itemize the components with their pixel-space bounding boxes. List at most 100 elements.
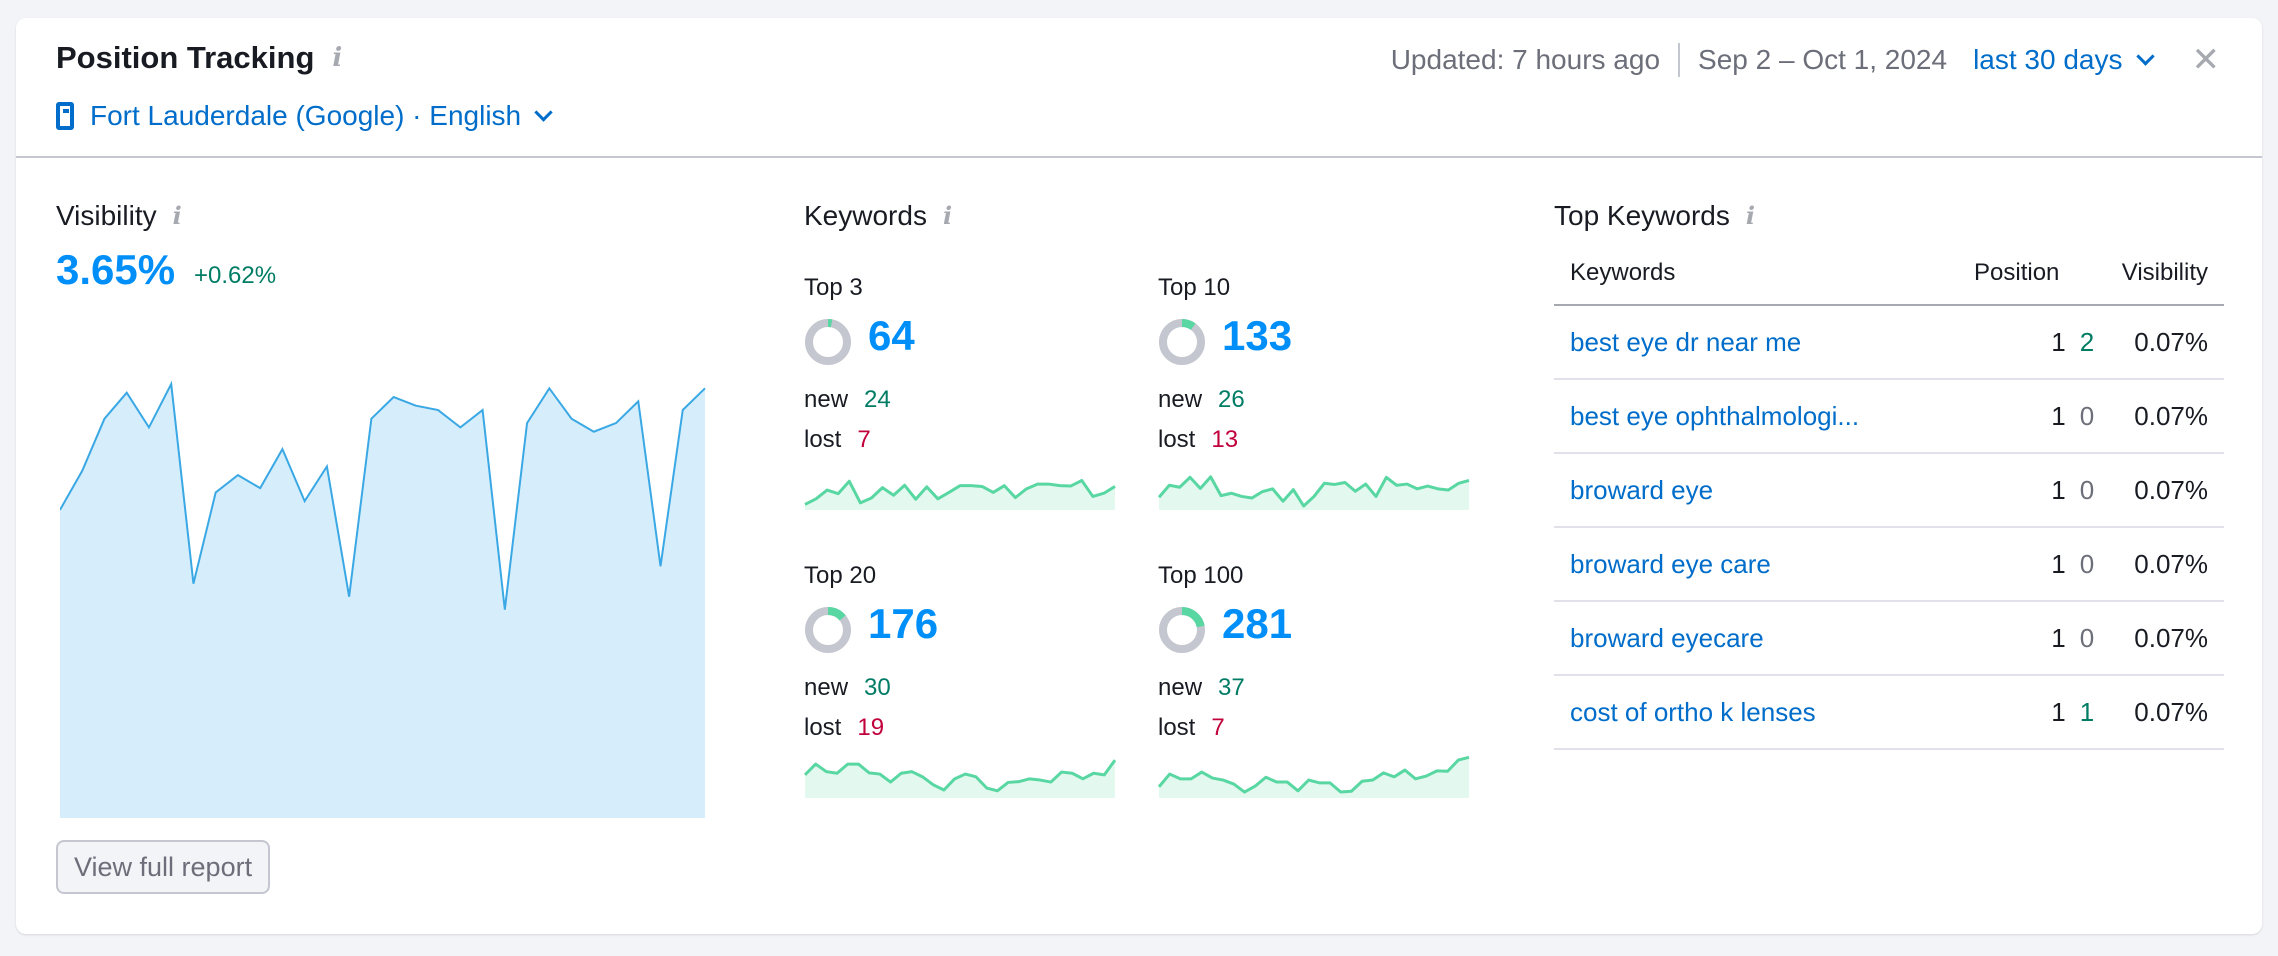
keyword-link[interactable]: best eye ophthalmologi... <box>1570 401 1859 432</box>
top-keywords-title: Top Keywords i <box>1554 200 1755 232</box>
lost-count: 19 <box>857 714 885 741</box>
new-label: new <box>1158 386 1203 413</box>
info-icon[interactable]: i <box>173 204 182 228</box>
info-icon[interactable]: i <box>332 45 342 71</box>
keyword-trend-sparkline <box>1158 475 1470 510</box>
lost-keywords: lost 19 <box>804 714 884 742</box>
keyword-block-label: Top 3 <box>804 274 863 301</box>
view-full-report-button[interactable]: View full report <box>56 840 271 894</box>
keyword-block-top-100: Top 100 281 new 37 lost 7 <box>1158 562 1478 822</box>
keyword-block-label: Top 10 <box>1158 274 1231 301</box>
location-selector[interactable]: Fort Lauderdale (Google) · English <box>56 100 553 132</box>
table-row: broward eye 10 0.07% <box>1554 454 2224 528</box>
new-label: new <box>1158 674 1203 701</box>
keyword-share-donut <box>805 319 851 365</box>
keyword-trend-sparkline <box>1158 755 1470 798</box>
visibility-cell: 0.07% <box>2134 326 2208 357</box>
table-row: broward eye care 10 0.07% <box>1554 528 2224 602</box>
keyword-share-donut <box>805 607 851 653</box>
keyword-link[interactable]: broward eyecare <box>1570 623 1764 654</box>
visibility-title-text: Visibility <box>56 200 157 231</box>
keyword-count: 133 <box>1222 312 1293 359</box>
column-header-visibility: Visibility <box>2121 259 2208 286</box>
visibility-cell: 0.07% <box>2134 696 2208 727</box>
info-icon[interactable]: i <box>943 204 952 228</box>
keyword-block-top-3: Top 3 64 new 24 lost 7 <box>804 274 1124 534</box>
chevron-down-icon <box>2135 46 2155 66</box>
new-keywords: new 24 <box>804 386 891 414</box>
keyword-share-donut <box>1159 607 1205 653</box>
lost-label: lost <box>804 426 842 453</box>
keyword-link[interactable]: cost of ortho k lenses <box>1570 697 1816 728</box>
chevron-down-icon <box>534 102 553 122</box>
top-keywords-table: Keywords Position Visibility best eye dr… <box>1554 242 2224 750</box>
keyword-link[interactable]: broward eye care <box>1570 549 1771 580</box>
sparkline-area <box>805 760 1115 798</box>
position-change: 0 <box>2079 548 2095 579</box>
new-count: 26 <box>1218 386 1245 413</box>
top-keywords-title-text: Top Keywords <box>1554 200 1730 231</box>
lost-keywords: lost 7 <box>1158 714 1225 742</box>
period-dropdown[interactable]: last 30 days <box>1973 44 2155 76</box>
updated-text: Updated: 7 hours ago <box>1390 44 1661 75</box>
table-row: best eye dr near me 12 0.07% <box>1554 306 2224 380</box>
donut-track <box>805 319 851 365</box>
visibility-cell: 0.07% <box>2134 400 2208 431</box>
keywords-title-text: Keywords <box>804 200 927 231</box>
table-row: cost of ortho k lenses 11 0.07% <box>1554 676 2224 750</box>
keyword-link[interactable]: best eye dr near me <box>1570 327 1801 358</box>
position-cell: 11 <box>1964 697 2134 728</box>
keyword-block-top-20: Top 20 176 new 30 lost 19 <box>804 562 1124 822</box>
position-value: 1 <box>2051 326 2066 357</box>
keyword-link[interactable]: broward eye <box>1570 475 1713 506</box>
location-label: Fort Lauderdale (Google) · English <box>90 100 522 131</box>
position-value: 1 <box>2051 400 2066 431</box>
mobile-device-icon <box>56 102 74 130</box>
table-row: best eye ophthalmologi... 10 0.07% <box>1554 380 2224 454</box>
column-header-position: Position <box>1974 259 2060 286</box>
widget-header: Position Tracking i Fort Lauderdale (Goo… <box>16 18 2262 158</box>
position-change: 1 <box>2079 696 2095 727</box>
position-value: 1 <box>2051 696 2066 727</box>
lost-count: 7 <box>857 426 871 453</box>
new-label: new <box>804 386 849 413</box>
keyword-trend-sparkline <box>804 478 1116 510</box>
table-header: Keywords Position Visibility <box>1554 242 2224 306</box>
widget-title-text: Position Tracking <box>56 40 315 75</box>
visibility-cell: 0.07% <box>2134 622 2208 653</box>
position-change: 2 <box>2079 326 2095 357</box>
period-label: last 30 days <box>1973 44 2123 75</box>
widget-title: Position Tracking i <box>56 40 342 76</box>
keyword-trend-sparkline <box>804 759 1116 798</box>
lost-keywords: lost 7 <box>804 426 871 454</box>
header-meta: Updated: 7 hours ago Sep 2 – Oct 1, 2024… <box>1391 40 2220 80</box>
keyword-block-label: Top 100 <box>1158 562 1244 589</box>
keyword-count: 64 <box>868 312 915 359</box>
lost-keywords: lost 13 <box>1158 426 1238 454</box>
position-cell: 12 <box>1964 327 2134 358</box>
lost-count: 7 <box>1211 714 1225 741</box>
new-label: new <box>804 674 849 701</box>
position-cell: 10 <box>1964 623 2134 654</box>
new-count: 37 <box>1218 674 1245 701</box>
position-change: 0 <box>2079 622 2095 653</box>
close-icon[interactable]: ✕ <box>2192 40 2221 80</box>
lost-label: lost <box>1158 714 1196 741</box>
visibility-change: +0.62% <box>194 262 277 289</box>
divider <box>1678 43 1681 77</box>
position-cell: 10 <box>1964 475 2134 506</box>
lost-label: lost <box>804 714 842 741</box>
position-change: 0 <box>2079 474 2095 505</box>
position-change: 0 <box>2079 400 2095 431</box>
keyword-block-label: Top 20 <box>804 562 877 589</box>
visibility-area <box>60 384 705 818</box>
new-count: 24 <box>864 386 891 413</box>
position-value: 1 <box>2051 548 2066 579</box>
column-header-keywords: Keywords <box>1570 259 1676 286</box>
keyword-block-top-10: Top 10 133 new 26 lost 13 <box>1158 274 1478 534</box>
info-icon[interactable]: i <box>1746 204 1755 228</box>
keyword-share-donut <box>1159 319 1205 365</box>
position-cell: 10 <box>1964 401 2134 432</box>
date-range: Sep 2 – Oct 1, 2024 <box>1698 44 1948 75</box>
new-keywords: new 30 <box>804 674 891 702</box>
